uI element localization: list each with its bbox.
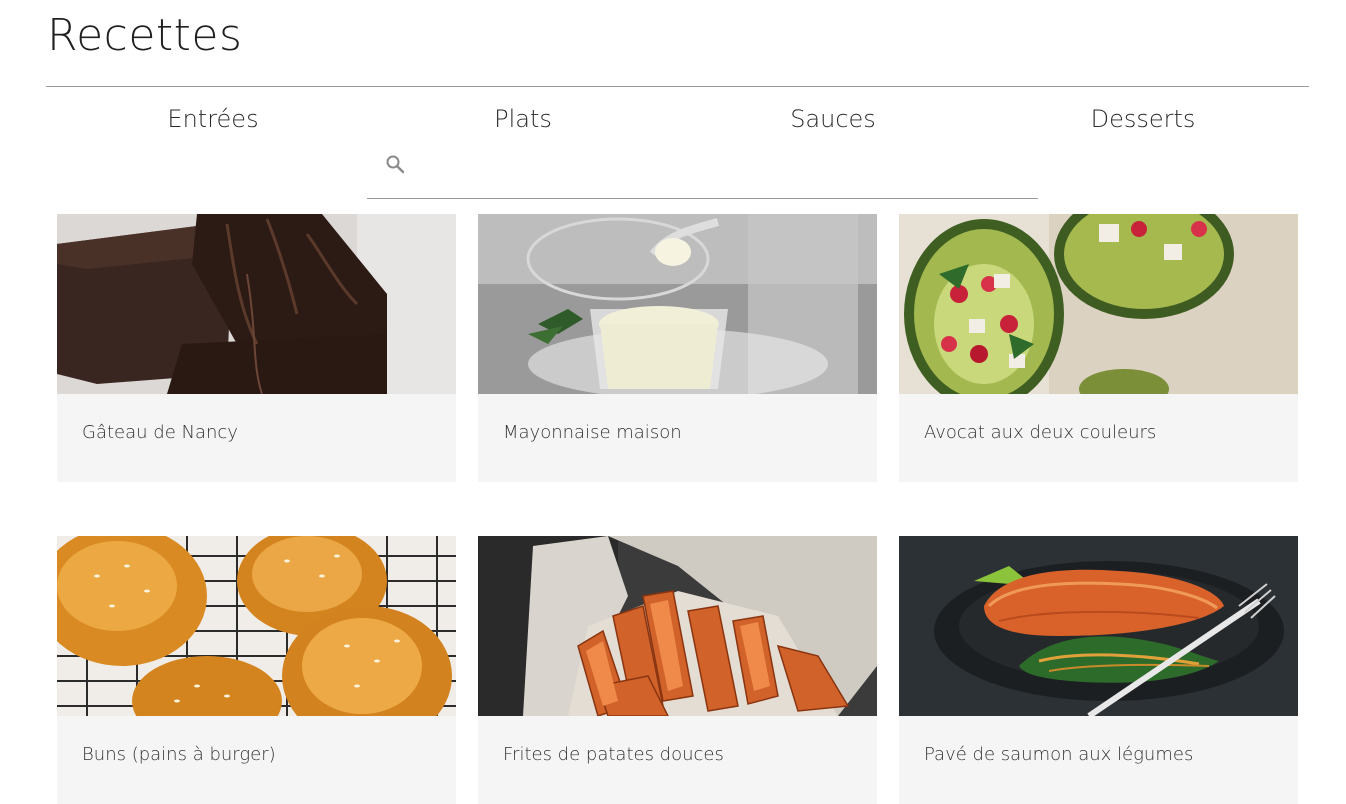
search-input[interactable] <box>415 150 1019 182</box>
recipe-title: Mayonnaise maison <box>503 422 682 443</box>
recipe-card-frites-de-patates-douces[interactable]: Frites de patates douces <box>478 536 877 804</box>
page-title: Recettes <box>47 10 243 61</box>
nav-item-plats[interactable]: Plats <box>368 105 678 133</box>
recipe-title: Pavé de saumon aux légumes <box>924 744 1194 765</box>
burger-buns-photo <box>57 536 456 716</box>
recipe-card-gateau-de-nancy[interactable]: Gâteau de Nancy <box>57 214 456 482</box>
sweet-potato-fries-photo <box>478 536 877 716</box>
recipe-title: Frites de patates douces <box>503 744 724 765</box>
recipe-title: Gâteau de Nancy <box>82 422 238 443</box>
search-icon <box>385 154 405 174</box>
recipe-card-avocat-aux-deux-couleurs[interactable]: Avocat aux deux couleurs <box>899 214 1298 482</box>
mayonnaise-bowl-photo <box>478 214 877 394</box>
chocolate-cake-photo <box>57 214 456 394</box>
stuffed-avocado-photo <box>899 214 1298 394</box>
nav-item-desserts[interactable]: Desserts <box>988 105 1298 133</box>
nav-item-sauces[interactable]: Sauces <box>678 105 988 133</box>
recipe-card-buns[interactable]: Buns (pains à burger) <box>57 536 456 804</box>
title-divider <box>46 86 1309 87</box>
search-bar <box>367 148 1038 199</box>
recipe-card-pave-de-saumon-aux-legumes[interactable]: Pavé de saumon aux légumes <box>899 536 1298 804</box>
recipe-card-mayonnaise-maison[interactable]: Mayonnaise maison <box>478 214 877 482</box>
nav-item-entrees[interactable]: Entrées <box>58 105 368 133</box>
salmon-vegetables-photo <box>899 536 1298 716</box>
category-nav: Entrées Plats Sauces Desserts <box>58 105 1298 145</box>
recipe-title: Avocat aux deux couleurs <box>924 422 1157 443</box>
recipe-title: Buns (pains à burger) <box>82 744 276 765</box>
